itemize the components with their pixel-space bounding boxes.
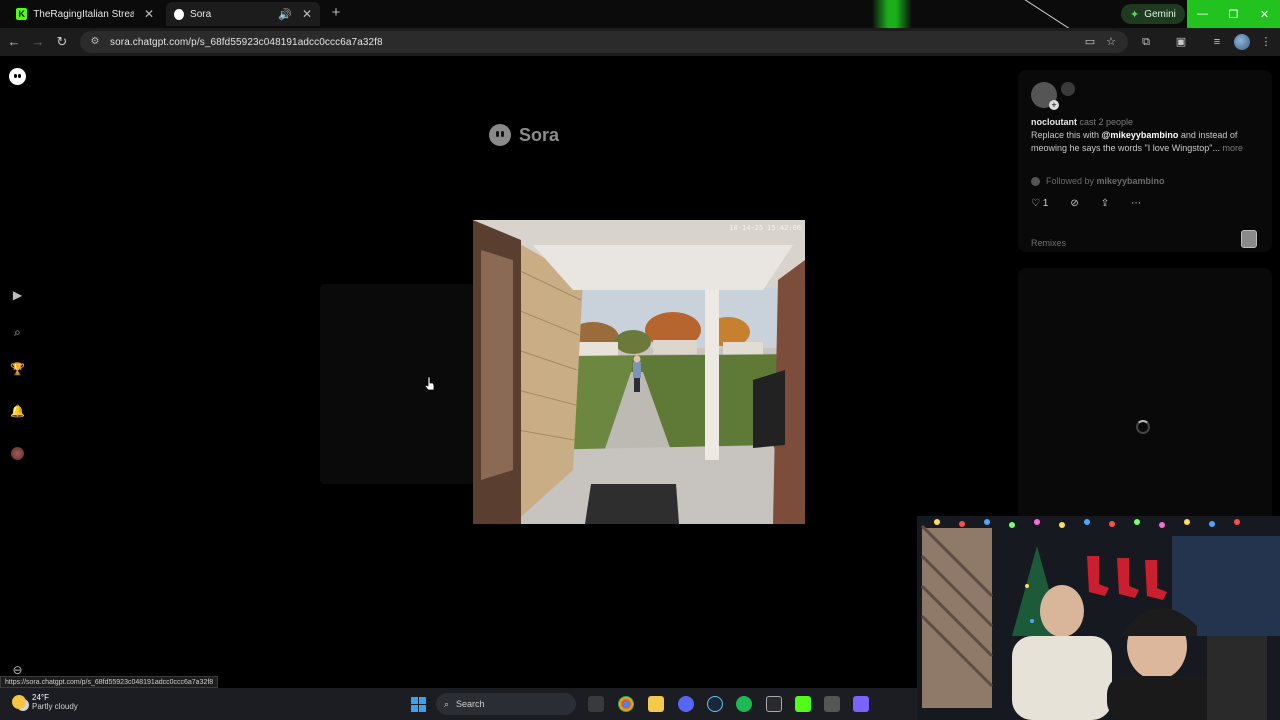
temperature: 24°F [32,693,49,702]
cast-note: cast 2 people [1079,117,1134,127]
doorbell-scene [473,220,805,524]
video-timestamp: 10-14-25 15:42:06 [729,224,801,232]
address-bar[interactable]: ⚙ sora.chatgpt.com/p/s_68fd55923c048191a… [80,31,1128,53]
more-link[interactable]: more [1223,143,1244,153]
browser-toolbar: ← → ↻ ⚙ sora.chatgpt.com/p/s_68fd55923c0… [0,28,1280,56]
previous-video-card[interactable] [320,284,474,484]
tab-title: TheRagingItalian Stream - Wat [33,8,134,20]
epic-games-icon[interactable] [766,696,782,712]
user-avatar[interactable] [11,447,24,460]
profile-avatar[interactable] [1234,34,1250,50]
weather-condition: Partly cloudy [32,702,78,711]
add-icon: + [1049,100,1059,110]
notifications-bell-icon[interactable]: 🔔 [9,403,26,420]
gemini-label: Gemini [1144,8,1176,20]
share-icon[interactable]: ⇪ [1101,198,1109,209]
loading-spinner-icon [1136,420,1150,434]
close-tab-icon[interactable]: ✕ [302,7,312,21]
decorative-line [1019,0,1071,28]
discord-icon[interactable] [678,696,694,712]
sora-icon [174,8,185,20]
remix-icon[interactable]: ⊘ [1070,198,1078,209]
window-controls: — ❐ ✕ [1187,0,1280,28]
close-window-button[interactable]: ✕ [1249,0,1280,28]
menu-dots-icon[interactable]: ⋮ [1258,34,1274,50]
followed-by-user[interactable]: mikeyybambino [1097,176,1165,186]
task-view-icon[interactable] [588,696,604,712]
search-icon: ⌕ [444,698,450,709]
webcam-scene [917,516,1280,720]
mention-link[interactable]: @mikeyybambino [1102,130,1179,140]
close-tab-icon[interactable]: ✕ [144,7,154,21]
app-icon[interactable] [824,696,840,712]
sidebar-icon[interactable]: ▣ [1173,34,1189,50]
sora-logo-icon [489,124,511,146]
kick-app-icon[interactable] [795,696,811,712]
cast-avatars[interactable]: + [1031,82,1075,112]
followed-prefix: Followed by [1046,176,1097,186]
more-options-icon[interactable]: ⋯ [1131,198,1141,209]
calendar-app-icon[interactable] [853,696,869,712]
author-username[interactable]: nocloutant [1031,117,1077,127]
windows-start-icon[interactable] [411,697,426,712]
maximize-button[interactable]: ❐ [1218,0,1249,28]
rgb-glow [872,0,912,28]
hand-cursor-icon [424,376,435,391]
tab-kick-stream[interactable]: K TheRagingItalian Stream - Wat ✕ [8,2,162,26]
extensions-icon[interactable]: ⧉ [1138,34,1154,50]
left-rail: ▶ ⌕ 🏆 🔔 ⊖ [0,56,36,688]
post-caption: nocloutant cast 2 people Replace this wi… [1031,116,1263,155]
chrome-icon[interactable] [618,696,634,712]
remix-thumbnail[interactable] [1241,230,1257,248]
steam-icon[interactable] [707,696,723,712]
post-details-panel: + nocloutant cast 2 people Replace this … [1018,70,1272,252]
forward-arrow-icon[interactable]: → [30,34,46,50]
post-actions: ♡ 1 ⊘ ⇪ ⋯ [1031,198,1141,209]
back-arrow-icon[interactable]: ← [6,34,22,50]
tab-title: Sora [190,8,212,20]
file-explorer-icon[interactable] [648,696,664,712]
video-player[interactable]: 10-14-25 15:42:06 [473,220,805,524]
browser-tab-strip: K TheRagingItalian Stream - Wat ✕ Sora 🔊… [0,0,1280,28]
followed-by: Followed by mikeyybambino [1031,176,1165,186]
taskbar-search[interactable]: ⌕ Search [436,693,576,715]
gemini-button[interactable]: ✦ Gemini [1121,4,1185,24]
like-count: 1 [1042,198,1049,209]
like-button[interactable]: ♡ 1 [1031,198,1048,209]
tab-sora[interactable]: Sora 🔊 ✕ [166,2,320,26]
gemini-icon: ✦ [1130,8,1140,21]
status-bar-url: https://sora.chatgpt.com/p/s_68fd55923c0… [0,676,219,688]
sora-brand: Sora [489,124,559,146]
partly-cloudy-icon [12,695,26,709]
site-info-icon[interactable]: ⚙ [88,35,102,49]
speaker-icon[interactable]: 🔊 [278,8,292,21]
new-tab-button[interactable]: + [328,5,344,21]
home-icon[interactable]: ▶ [9,287,26,304]
media-queue-icon[interactable]: ≡ [1209,34,1225,50]
cast-avatar [1061,82,1075,96]
caption-prefix: Replace this with [1031,130,1102,140]
minimize-button[interactable]: — [1187,0,1218,28]
webcam-overlay [917,516,1280,720]
windows-taskbar: 24°F Partly cloudy ⌕ Search [0,688,917,720]
spotify-icon[interactable] [736,696,752,712]
reload-icon[interactable]: ↻ [54,34,70,50]
bookmark-star-icon[interactable]: ☆ [1103,34,1119,50]
follower-avatar [1031,176,1040,186]
install-app-icon[interactable]: ▭ [1082,34,1098,50]
search-icon[interactable]: ⌕ [9,324,26,341]
kick-icon: K [16,8,28,20]
trophy-icon[interactable]: 🏆 [9,361,26,378]
search-placeholder: Search [456,699,485,709]
remixes-label: Remixes [1031,238,1067,248]
sora-logo-icon[interactable] [9,68,26,85]
heart-icon: ♡ [1031,198,1040,209]
weather-widget[interactable]: 24°F Partly cloudy [12,693,78,711]
url-text: sora.chatgpt.com/p/s_68fd55923c048191adc… [110,36,383,48]
brand-name: Sora [519,124,560,145]
